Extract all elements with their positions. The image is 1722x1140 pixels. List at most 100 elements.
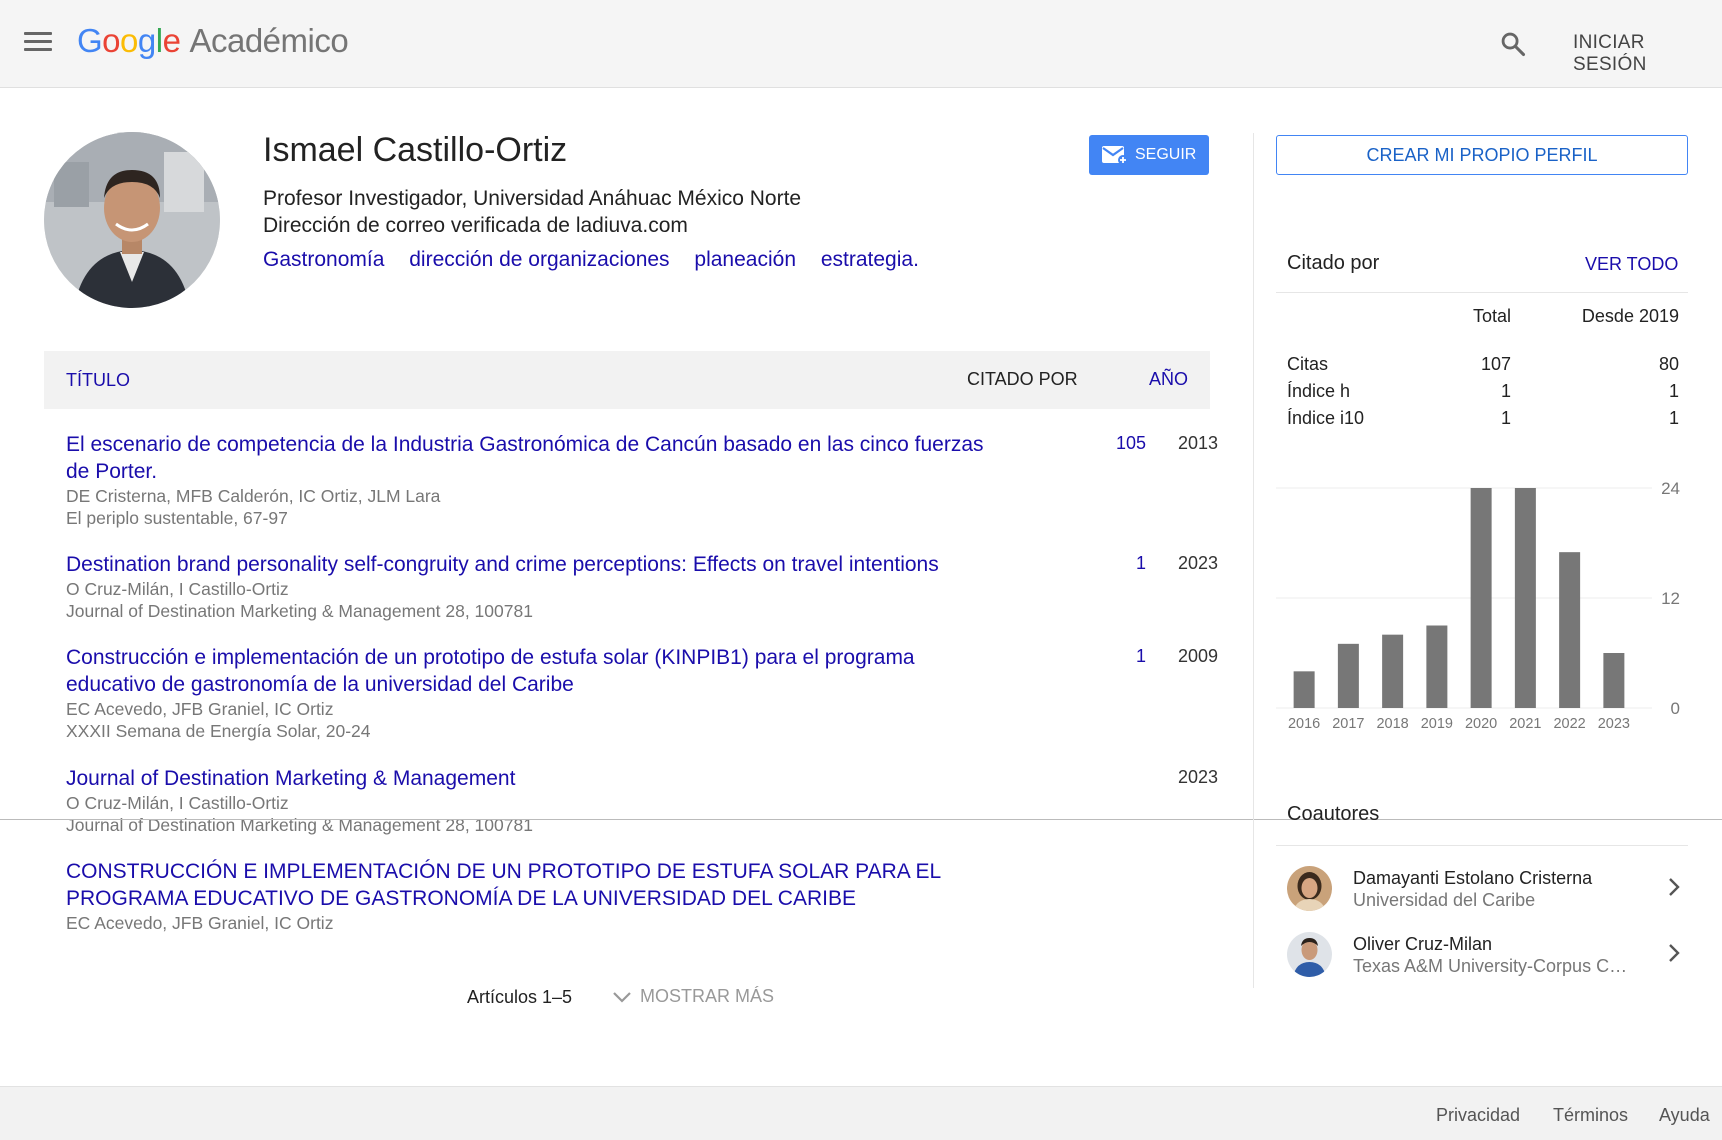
stats-since: 80 (1658, 354, 1679, 374)
profile-avatar (44, 132, 220, 308)
article-title[interactable]: Destination brand personality self-congr… (66, 551, 1056, 578)
stats-label[interactable]: Citas (1287, 354, 1328, 375)
chart-bar[interactable] (1603, 653, 1625, 708)
x-tick-label: 2020 (1465, 716, 1497, 730)
interest-link[interactable]: planeación (694, 248, 796, 271)
article-venue: Journal of Destination Marketing & Manag… (66, 815, 533, 835)
chevron-right-icon (1669, 878, 1680, 896)
stats-row: Índice i10 1 1 (1287, 408, 1679, 435)
x-tick-label: 2018 (1376, 716, 1408, 730)
article-range: Artículos 1–5 (467, 987, 573, 1007)
article-row: CONSTRUCCIÓN E IMPLEMENTACIÓN DE UN PROT… (66, 858, 1206, 934)
coauthor-item[interactable]: Damayanti Estolano Cristerna Universidad… (1287, 866, 1687, 916)
logo-letter: o (102, 22, 121, 59)
article-venue: XXXII Semana de Energía Solar, 20-24 (66, 721, 371, 741)
article-cited-count[interactable]: 105 (1026, 433, 1146, 454)
stats-label[interactable]: Índice h (1287, 381, 1350, 402)
top-bar: Google Académico INICIAR SESIÓN (0, 0, 1722, 88)
chart-bar[interactable] (1293, 671, 1315, 708)
chart-bar[interactable] (1470, 488, 1492, 708)
article-authors: O Cruz-Milán, I Castillo-Ortiz (66, 579, 289, 599)
coauthor-affiliation: Texas A&M University-Corpus Christi (1353, 956, 1628, 976)
logo-letter: l (155, 22, 163, 59)
chart-bar[interactable] (1426, 625, 1448, 709)
stats-total: 1 (1500, 381, 1511, 401)
footer-link-help[interactable]: Ayuda (1659, 1105, 1710, 1126)
interest-link[interactable]: estrategia. (821, 248, 919, 271)
article-cited-count[interactable]: 1 (1026, 646, 1146, 667)
logo-letter: o (120, 22, 138, 59)
article-venue: Journal of Destination Marketing & Manag… (66, 601, 533, 621)
menu-icon[interactable] (24, 32, 52, 54)
chart-bar[interactable] (1337, 643, 1359, 708)
coauthor-name: Oliver Cruz-Milan (1353, 934, 1493, 954)
article-authors: DE Cristerna, MFB Calderón, IC Ortiz, JL… (66, 486, 441, 506)
stats-since: 1 (1668, 408, 1679, 428)
article-title[interactable]: Journal of Destination Marketing & Manag… (66, 765, 996, 792)
create-profile-button[interactable]: CREAR MI PROPIO PERFIL (1276, 135, 1688, 175)
signin-button[interactable]: INICIAR SESIÓN (1573, 32, 1722, 76)
coauthor-avatar (1287, 866, 1332, 911)
research-interests: Gastronomía dirección de organizaciones … (263, 248, 938, 272)
stats-label[interactable]: Índice i10 (1287, 408, 1364, 429)
cited-by-column[interactable]: CITADO POR (967, 369, 1078, 390)
follow-label: SEGUIR (1135, 146, 1197, 163)
footer-link-terms[interactable]: Términos (1553, 1105, 1628, 1126)
stats-col-since: Desde 2019 (1581, 306, 1679, 326)
x-tick-label: 2017 (1332, 716, 1364, 730)
citation-stats: Total Desde 2019 Citas 107 80 Índice h 1… (1287, 306, 1679, 435)
x-tick-label: 2019 (1421, 716, 1453, 730)
follow-button[interactable]: SEGUIR (1089, 135, 1209, 175)
sort-by-year[interactable]: AÑO (1149, 369, 1188, 390)
chevron-down-icon (613, 991, 631, 1003)
coauthors-title: Coautores (1287, 803, 1380, 825)
article-title[interactable]: Construcción e implementación de un prot… (66, 644, 996, 698)
article-row: Destination brand personality self-congr… (66, 551, 1218, 622)
interest-link[interactable]: dirección de organizaciones (409, 248, 669, 271)
article-authors: EC Acevedo, JFB Graniel, IC Ortiz (66, 913, 334, 933)
chart-bar[interactable] (1514, 488, 1536, 708)
coauthor-name: Damayanti Estolano Cristerna (1353, 868, 1593, 888)
article-year: 2023 (1177, 767, 1218, 787)
article-venue: El periplo sustentable, 67-97 (66, 508, 288, 528)
google-scholar-logo[interactable]: Google Académico (77, 22, 349, 60)
interest-link[interactable]: Gastronomía (263, 248, 384, 271)
stats-col-total: Total (1472, 306, 1511, 326)
article-year: 2023 (1177, 553, 1218, 573)
profile-email: Dirección de correo verificada de ladiuv… (263, 214, 688, 237)
article-title[interactable]: El escenario de competencia de la Indust… (66, 431, 996, 485)
stats-since: 1 (1668, 381, 1679, 401)
show-more-button[interactable]: MOSTRAR MÁS (612, 986, 774, 1007)
logo-product-name: Académico (189, 22, 349, 59)
article-year: 2009 (1177, 646, 1218, 666)
y-tick-label: 0 (1671, 699, 1680, 718)
footer-link-privacy[interactable]: Privacidad (1436, 1105, 1520, 1126)
sort-by-title[interactable]: TÍTULO (66, 370, 130, 391)
chart-bar[interactable] (1382, 634, 1404, 708)
show-more-label: MOSTRAR MÁS (640, 986, 775, 1006)
chevron-right-icon (1669, 944, 1680, 962)
stats-total: 107 (1480, 354, 1511, 374)
article-row: El escenario de competencia de la Indust… (66, 431, 1218, 529)
article-cited-count[interactable]: 1 (1026, 553, 1146, 574)
stats-row: Citas 107 80 (1287, 354, 1679, 381)
articles-table-header: TÍTULO CITADO POR AÑO (44, 351, 1210, 409)
article-title[interactable]: CONSTRUCCIÓN E IMPLEMENTACIÓN DE UN PROT… (66, 858, 996, 912)
x-tick-label: 2021 (1509, 716, 1541, 730)
article-row: Construcción e implementación de un prot… (66, 644, 1218, 742)
chart-bar[interactable] (1559, 552, 1581, 708)
logo-letter: g (137, 22, 156, 59)
coauthor-item[interactable]: Oliver Cruz-Milan Texas A&M University-C… (1287, 932, 1687, 982)
logo-letter: e (162, 22, 181, 59)
y-tick-label: 12 (1661, 589, 1680, 608)
profile-name: Ismael Castillo-Ortiz (263, 131, 568, 169)
logo-letter: G (77, 22, 103, 59)
stats-row: Índice h 1 1 (1287, 381, 1679, 408)
article-year: 2013 (1177, 433, 1218, 453)
search-icon[interactable] (1499, 30, 1527, 58)
cited-by-title: Citado por (1287, 252, 1380, 274)
x-tick-label: 2022 (1553, 716, 1585, 730)
x-tick-label: 2023 (1598, 716, 1630, 730)
view-all-link[interactable]: VER TODO (1585, 254, 1678, 275)
x-tick-label: 2016 (1288, 716, 1320, 730)
